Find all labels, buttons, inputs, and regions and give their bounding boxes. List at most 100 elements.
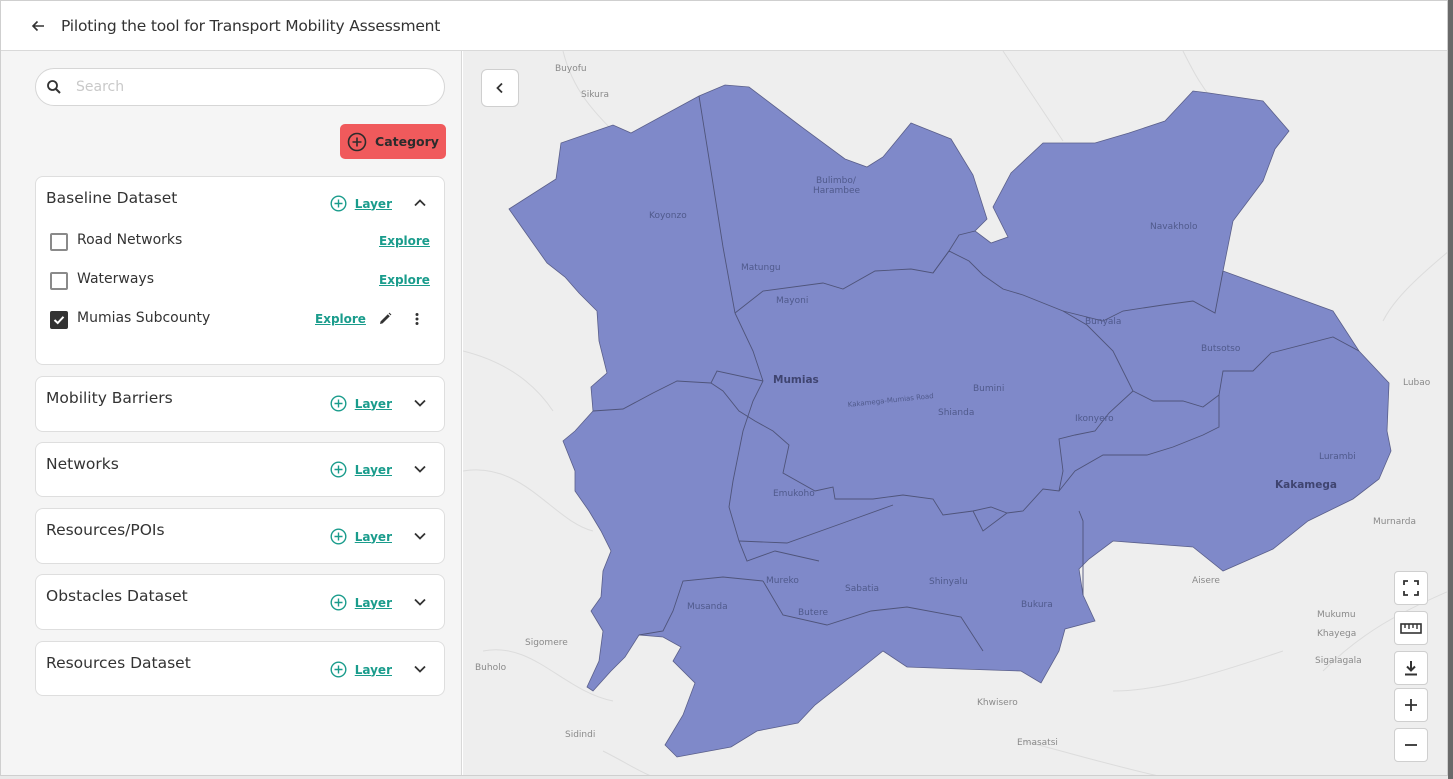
layer-label: Layer	[354, 462, 392, 477]
layer-label: Layer	[354, 595, 392, 610]
map-label: Mayoni	[776, 296, 808, 306]
map-label: Navakholo	[1150, 222, 1198, 232]
map-label: Bulimbo/	[816, 176, 857, 186]
minus-icon	[1405, 744, 1417, 746]
list-item: Mumias Subcounty Explore	[48, 308, 434, 332]
map-label: Emukoho	[773, 489, 815, 499]
panel-title: Mobility Barriers	[46, 389, 173, 407]
panel-title: Obstacles Dataset	[46, 587, 188, 605]
map-label: Butsotso	[1201, 344, 1241, 354]
add-layer-button[interactable]: Layer	[330, 395, 392, 412]
list-item: Waterways Explore	[48, 269, 434, 293]
collapse-sidebar-button[interactable]	[481, 69, 519, 107]
chevron-down-icon[interactable]	[412, 461, 428, 477]
mumias-subcounty-region[interactable]	[508, 84, 1392, 758]
plus-circle-icon	[330, 528, 347, 545]
edit-pencil-icon[interactable]	[377, 311, 393, 327]
layer-label: Layer	[354, 396, 392, 411]
map-view[interactable]: Bulimbo/ Harambee Matungu Mayoni Shianda…	[463, 51, 1448, 776]
zoom-out-button[interactable]	[1394, 728, 1428, 762]
explore-link[interactable]: Explore	[379, 273, 430, 287]
map-label: Lurambi	[1319, 452, 1356, 462]
map-label: Khwisero	[977, 698, 1018, 708]
map-label: Buholo	[475, 663, 507, 673]
map-label: Bumini	[973, 384, 1004, 394]
map-label: Murnarda	[1373, 517, 1416, 527]
measure-button[interactable]	[1394, 611, 1428, 645]
background-window-edge	[1448, 0, 1453, 779]
chevron-down-icon[interactable]	[412, 395, 428, 411]
explore-link[interactable]: Explore	[379, 234, 430, 248]
panel-baseline-dataset: Baseline Dataset Layer Road Networks Exp…	[35, 176, 445, 365]
plus-circle-icon	[330, 195, 347, 212]
chevron-down-icon[interactable]	[412, 594, 428, 610]
app-header: Piloting the tool for Transport Mobility…	[1, 1, 1447, 51]
search-icon	[46, 79, 62, 95]
map-label: Butere	[798, 608, 828, 618]
explore-link[interactable]: Explore	[315, 312, 366, 326]
map-label: Bunyala	[1085, 317, 1121, 327]
layer-label: Layer	[354, 196, 392, 211]
download-icon	[1405, 661, 1417, 676]
plus-icon	[1405, 699, 1417, 711]
more-vertical-icon[interactable]	[410, 311, 424, 327]
layer-name: Road Networks	[77, 232, 183, 248]
list-item: Road Networks Explore	[48, 230, 434, 254]
check-icon	[53, 316, 65, 325]
road-networks-checkbox[interactable]	[50, 233, 68, 251]
map-label: Koyonzo	[649, 211, 687, 221]
map-label: Shinyalu	[929, 577, 968, 587]
map-label: Mukumu	[1317, 610, 1356, 620]
panel-obstacles-dataset[interactable]: Obstacles Dataset Layer	[35, 574, 445, 630]
plus-circle-icon	[330, 395, 347, 412]
search-input[interactable]	[74, 78, 408, 96]
plus-circle-icon	[347, 132, 367, 151]
panel-title: Resources Dataset	[46, 654, 191, 672]
map-label: Sidindi	[565, 730, 595, 740]
panel-networks[interactable]: Networks Layer	[35, 442, 445, 497]
map-label: Sikura	[581, 90, 609, 100]
fullscreen-icon	[1403, 580, 1419, 596]
plus-circle-icon	[330, 594, 347, 611]
map-label: Bukura	[1021, 600, 1053, 610]
chevron-left-icon	[496, 82, 503, 94]
chevron-down-icon[interactable]	[412, 661, 428, 677]
map-label: Lubao	[1403, 378, 1431, 388]
panel-resources-pois[interactable]: Resources/POIs Layer	[35, 508, 445, 564]
add-layer-button[interactable]: Layer	[330, 661, 392, 678]
layer-label: Layer	[354, 529, 392, 544]
map-label: Emasatsi	[1017, 738, 1058, 748]
add-layer-button[interactable]: Layer	[330, 528, 392, 545]
ruler-icon	[1400, 623, 1422, 634]
chevron-down-icon[interactable]	[412, 528, 428, 544]
zoom-in-button[interactable]	[1394, 688, 1428, 722]
map-label: Harambee	[813, 186, 861, 196]
mumias-subcounty-checkbox[interactable]	[50, 311, 68, 329]
map-label: Matungu	[741, 263, 781, 273]
map-label: Mureko	[766, 576, 799, 586]
map-label: Kakamega	[1275, 479, 1337, 491]
chevron-up-icon[interactable]	[412, 195, 428, 211]
add-layer-button[interactable]: Layer	[330, 461, 392, 478]
arrow-left-icon	[31, 20, 44, 31]
panel-mobility-barriers[interactable]: Mobility Barriers Layer	[35, 376, 445, 432]
back-button[interactable]	[27, 15, 49, 37]
panel-resources-dataset[interactable]: Resources Dataset Layer	[35, 641, 445, 696]
app-window: Piloting the tool for Transport Mobility…	[0, 0, 1448, 776]
category-button-label: Category	[375, 134, 439, 149]
page-title: Piloting the tool for Transport Mobility…	[61, 16, 441, 35]
map-label: Khayega	[1317, 629, 1356, 639]
fullscreen-button[interactable]	[1394, 571, 1428, 605]
map-canvas[interactable]: Bulimbo/ Harambee Matungu Mayoni Shianda…	[463, 51, 1448, 776]
map-label: Musanda	[687, 602, 728, 612]
map-label: Shianda	[938, 408, 974, 418]
plus-circle-icon	[330, 661, 347, 678]
download-button[interactable]	[1394, 651, 1428, 685]
waterways-checkbox[interactable]	[50, 272, 68, 290]
map-label: Sigomere	[525, 638, 568, 648]
map-label: Sabatia	[845, 584, 879, 594]
add-layer-button[interactable]: Layer	[330, 594, 392, 611]
add-layer-button[interactable]: Layer	[330, 195, 392, 212]
panel-title: Resources/POIs	[46, 521, 165, 539]
add-category-button[interactable]: Category	[340, 124, 446, 159]
